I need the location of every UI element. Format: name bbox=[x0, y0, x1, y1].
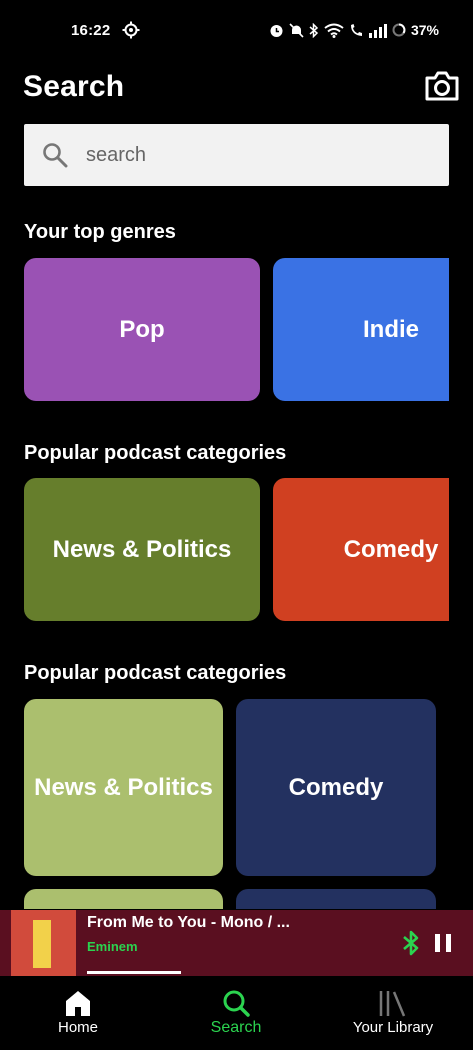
nav-label: Home bbox=[57, 1019, 98, 1036]
track-artist: Eminem bbox=[87, 939, 138, 954]
search-bar[interactable] bbox=[24, 124, 449, 186]
section-title-top-genres: Your top genres bbox=[24, 221, 176, 243]
category-tile-comedy[interactable]: Comedy bbox=[273, 478, 449, 621]
bluetooth-device-icon[interactable] bbox=[399, 930, 423, 956]
podcast-category-row: News & Politics Comedy bbox=[24, 478, 449, 621]
genre-tile-pop[interactable]: Pop bbox=[24, 258, 260, 401]
nav-home[interactable]: Home bbox=[28, 976, 128, 1050]
category-tile-partial[interactable] bbox=[236, 889, 436, 909]
podcast-category-grid: News & Politics Comedy bbox=[24, 699, 449, 909]
genre-tile-indie[interactable]: Indie bbox=[273, 258, 449, 401]
signal-icon bbox=[368, 23, 387, 38]
category-tile-news-politics[interactable]: News & Politics bbox=[24, 699, 223, 876]
pause-icon[interactable] bbox=[434, 933, 452, 953]
tile-label: Comedy bbox=[288, 773, 384, 801]
nav-search[interactable]: Search bbox=[186, 976, 286, 1050]
battery-percent: 37% bbox=[410, 22, 439, 38]
category-tile-news-politics[interactable]: News & Politics bbox=[24, 478, 260, 621]
alarm-icon bbox=[270, 24, 283, 37]
tile-label: Pop bbox=[119, 315, 165, 343]
status-time: 16:22 bbox=[71, 22, 111, 39]
bottom-navigation: Home Search Your Library bbox=[0, 976, 473, 1050]
track-title: From Me to You - Mono / ... bbox=[87, 914, 290, 931]
wifi-icon bbox=[324, 23, 344, 38]
home-icon bbox=[66, 991, 90, 1016]
nav-label: Your Library bbox=[352, 1019, 434, 1036]
nav-your-library[interactable]: Your Library bbox=[343, 976, 443, 1050]
tile-label: Indie bbox=[362, 315, 419, 343]
tile-label: News & Politics bbox=[34, 773, 213, 801]
wifi-calling-icon bbox=[350, 23, 362, 36]
playback-progress bbox=[87, 971, 181, 974]
genre-row: Pop Indie bbox=[24, 258, 449, 401]
settings-gear-icon bbox=[122, 21, 140, 39]
page-title: Search bbox=[23, 70, 125, 103]
category-tile-partial[interactable] bbox=[24, 889, 223, 909]
now-playing-bar[interactable]: From Me to You - Mono / ... Eminem bbox=[0, 910, 473, 976]
nav-label: Search bbox=[210, 1019, 262, 1036]
album-cover bbox=[11, 910, 76, 976]
tile-label: News & Politics bbox=[52, 535, 232, 563]
tile-label: Comedy bbox=[343, 535, 439, 563]
mute-icon bbox=[289, 22, 304, 38]
battery-icon bbox=[392, 23, 406, 37]
library-icon bbox=[379, 991, 406, 1017]
section-title-podcast-categories-2: Popular podcast categories bbox=[24, 662, 287, 684]
section-title-podcast-categories: Popular podcast categories bbox=[24, 442, 287, 464]
status-bar: 16:22 37% bbox=[0, 0, 473, 62]
search-icon bbox=[223, 990, 250, 1017]
camera-icon[interactable] bbox=[424, 70, 460, 102]
bluetooth-icon bbox=[309, 22, 319, 38]
search-icon bbox=[43, 143, 68, 168]
search-input[interactable] bbox=[84, 142, 408, 168]
category-tile-comedy[interactable]: Comedy bbox=[236, 699, 436, 876]
